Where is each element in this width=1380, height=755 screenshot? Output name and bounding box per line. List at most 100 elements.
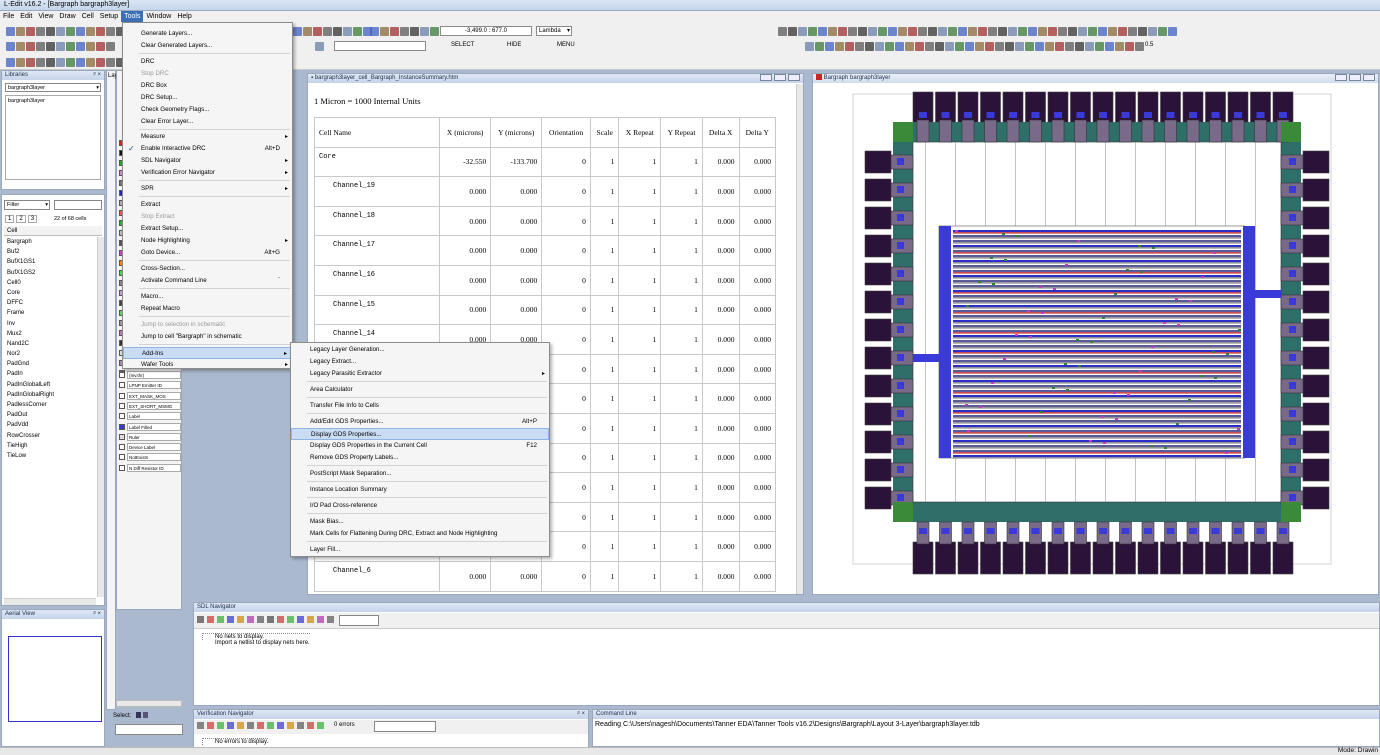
sdl-tool-icon[interactable] xyxy=(317,616,324,623)
toolbar-geometry-icon[interactable] xyxy=(1108,27,1117,36)
menu-item-cross-section[interactable]: Cross-Section... xyxy=(123,263,292,275)
menu-item-extract[interactable]: Extract xyxy=(123,199,292,211)
layer-swatch[interactable] xyxy=(119,454,125,461)
toolbar-tools-icon[interactable] xyxy=(1085,42,1094,51)
layer-row[interactable]: EXT_MASK_MOS xyxy=(127,391,181,400)
toolbar-geometry-icon[interactable] xyxy=(1008,27,1017,36)
menu-item-activate-command-line[interactable]: Activate Command Line ` xyxy=(123,275,292,287)
menu-item-mask-bias[interactable]: Mask Bias... xyxy=(291,516,549,528)
toolbar-file-icon[interactable] xyxy=(46,27,55,36)
menu-item-legacy-layer-generation[interactable]: Legacy Layer Generation... xyxy=(291,344,549,356)
verification-tool-icon[interactable] xyxy=(207,722,214,729)
sdl-search-input[interactable] xyxy=(339,615,379,626)
toolbar-edit-icon[interactable] xyxy=(66,58,75,67)
toolbar-edit-icon[interactable] xyxy=(46,58,55,67)
toolbar-view-icon[interactable] xyxy=(353,27,362,36)
sdl-tool-icon[interactable] xyxy=(327,616,334,623)
toolbar-file-icon[interactable] xyxy=(106,27,115,36)
menu-item-display-gds-properties[interactable]: Display GDS Properties... xyxy=(291,428,549,440)
menu-item-stop-extract[interactable]: Stop Extract xyxy=(123,211,292,223)
layer-swatch[interactable] xyxy=(119,402,125,409)
cell-item[interactable]: Buf2 xyxy=(2,247,98,257)
toolbar-tools-icon[interactable] xyxy=(885,42,894,51)
cell-item[interactable]: PadVdd xyxy=(2,420,98,430)
menu-item-extract-setup[interactable]: Extract Setup... xyxy=(123,223,292,235)
toolbar-tools-icon[interactable] xyxy=(1125,42,1134,51)
sdl-tool-icon[interactable] xyxy=(277,616,284,623)
verification-tool-icon[interactable] xyxy=(267,722,274,729)
toolbar-geometry-icon[interactable] xyxy=(848,27,857,36)
cell-item[interactable]: PadOut xyxy=(2,410,98,420)
cell-item[interactable]: Frame xyxy=(2,308,98,318)
layer-row[interactable]: LPNP Emitter ID xyxy=(127,381,181,390)
menu-item-generate-layers[interactable]: Generate Layers... xyxy=(123,28,292,40)
toolbar-draw-icon[interactable] xyxy=(46,42,55,51)
toolbar-geometry-icon[interactable] xyxy=(1138,27,1147,36)
menu-help[interactable]: Help xyxy=(174,11,194,22)
sdl-tool-icon[interactable] xyxy=(217,616,224,623)
menu-item-jump-to-cell-bargraph-in-schematic[interactable]: Jump to cell "Bargraph" in schematic xyxy=(123,331,292,343)
toolbar-tools-icon[interactable] xyxy=(1035,42,1044,51)
layout-canvas[interactable] xyxy=(813,84,1378,594)
cell-tab-3[interactable]: 3 xyxy=(27,215,38,223)
menu-item-postscript-mask-separation[interactable]: PostScript Mask Separation... xyxy=(291,468,549,480)
menu-item-clear-error-layer[interactable]: Clear Error Layer... xyxy=(123,116,292,128)
units-select[interactable]: Lambda xyxy=(536,26,572,36)
toolbar-draw-icon[interactable] xyxy=(36,42,45,51)
menu-item-jump-to-selection-in-schematic[interactable]: Jump to selection in schematic xyxy=(123,319,292,331)
verification-tool-icon[interactable] xyxy=(277,722,284,729)
select-combo[interactable] xyxy=(115,724,183,735)
menu-item-area-calculator[interactable]: Area Calculator xyxy=(291,384,549,396)
hide-mode-label[interactable]: HIDE xyxy=(507,42,521,48)
toolbar-geometry-icon[interactable] xyxy=(1038,27,1047,36)
toolbar-tools-icon[interactable] xyxy=(975,42,984,51)
menu-view[interactable]: View xyxy=(35,11,56,22)
toolbar-geometry-icon[interactable] xyxy=(1078,27,1087,36)
verification-tool-icon[interactable] xyxy=(247,722,254,729)
toolbar-tools-icon[interactable] xyxy=(995,42,1004,51)
minimize-button[interactable] xyxy=(760,74,772,81)
cell-item[interactable]: BufX1GS1 xyxy=(2,257,98,267)
toolbar-tools-icon[interactable] xyxy=(805,42,814,51)
toolbar-geometry-icon[interactable] xyxy=(1118,27,1127,36)
cell-list-scrollbar[interactable] xyxy=(97,237,104,597)
layer-swatch[interactable] xyxy=(119,464,125,471)
cell-item[interactable]: TieHigh xyxy=(2,441,98,451)
toolbar-tools-icon[interactable] xyxy=(1005,42,1014,51)
toolbar-geometry-icon[interactable] xyxy=(838,27,847,36)
menu-item-remove-gds-property-labels[interactable]: Remove GDS Property Labels... xyxy=(291,452,549,464)
cell-item[interactable]: PadGnd xyxy=(2,359,98,369)
toolbar-edit-icon[interactable] xyxy=(106,58,115,67)
cell-item[interactable]: PadlessCorner xyxy=(2,400,98,410)
filter-input[interactable] xyxy=(54,200,102,210)
toolbar-geometry-icon[interactable] xyxy=(888,27,897,36)
toolbar-geometry-icon[interactable] xyxy=(808,27,817,36)
toolbar-geometry-icon[interactable] xyxy=(1048,27,1057,36)
menu-item-wafer-tools[interactable]: Wafer Tools ▸ xyxy=(123,359,292,371)
toolbar-geometry-icon[interactable] xyxy=(948,27,957,36)
aerial-view-box[interactable] xyxy=(8,636,102,722)
toolbar-view-icon[interactable] xyxy=(333,27,342,36)
toolbar-draw-icon[interactable] xyxy=(26,42,35,51)
layer-swatch[interactable] xyxy=(119,392,125,399)
cell-item[interactable]: DFFC xyxy=(2,298,98,308)
menu-item-node-highlighting[interactable]: Node Highlighting ▸ xyxy=(123,235,292,247)
sdl-tool-icon[interactable] xyxy=(197,616,204,623)
toolbar-view-icon[interactable] xyxy=(303,27,312,36)
toolbar-file-icon[interactable] xyxy=(96,27,105,36)
toolbar-edit-icon[interactable] xyxy=(16,58,25,67)
verification-tool-icon[interactable] xyxy=(197,722,204,729)
toolbar-layer-icon[interactable] xyxy=(315,42,324,51)
verification-tool-icon[interactable] xyxy=(227,722,234,729)
toolbar-edit-icon[interactable] xyxy=(56,58,65,67)
layer-swatch[interactable] xyxy=(119,433,125,440)
toolbar-file-icon[interactable] xyxy=(36,27,45,36)
toolbar-tools-icon[interactable] xyxy=(865,42,874,51)
menu-item-verification-error-navigator[interactable]: Verification Error Navigator ▸ xyxy=(123,167,292,179)
layer-row[interactable]: EXT_SHORT_MSMG xyxy=(127,401,181,410)
toolbar-geometry-icon[interactable] xyxy=(908,27,917,36)
toolbar-edit-icon[interactable] xyxy=(96,58,105,67)
layer-swatch[interactable] xyxy=(119,444,125,451)
toolbar-geometry-icon[interactable] xyxy=(928,27,937,36)
toolbar-file-icon[interactable] xyxy=(16,27,25,36)
